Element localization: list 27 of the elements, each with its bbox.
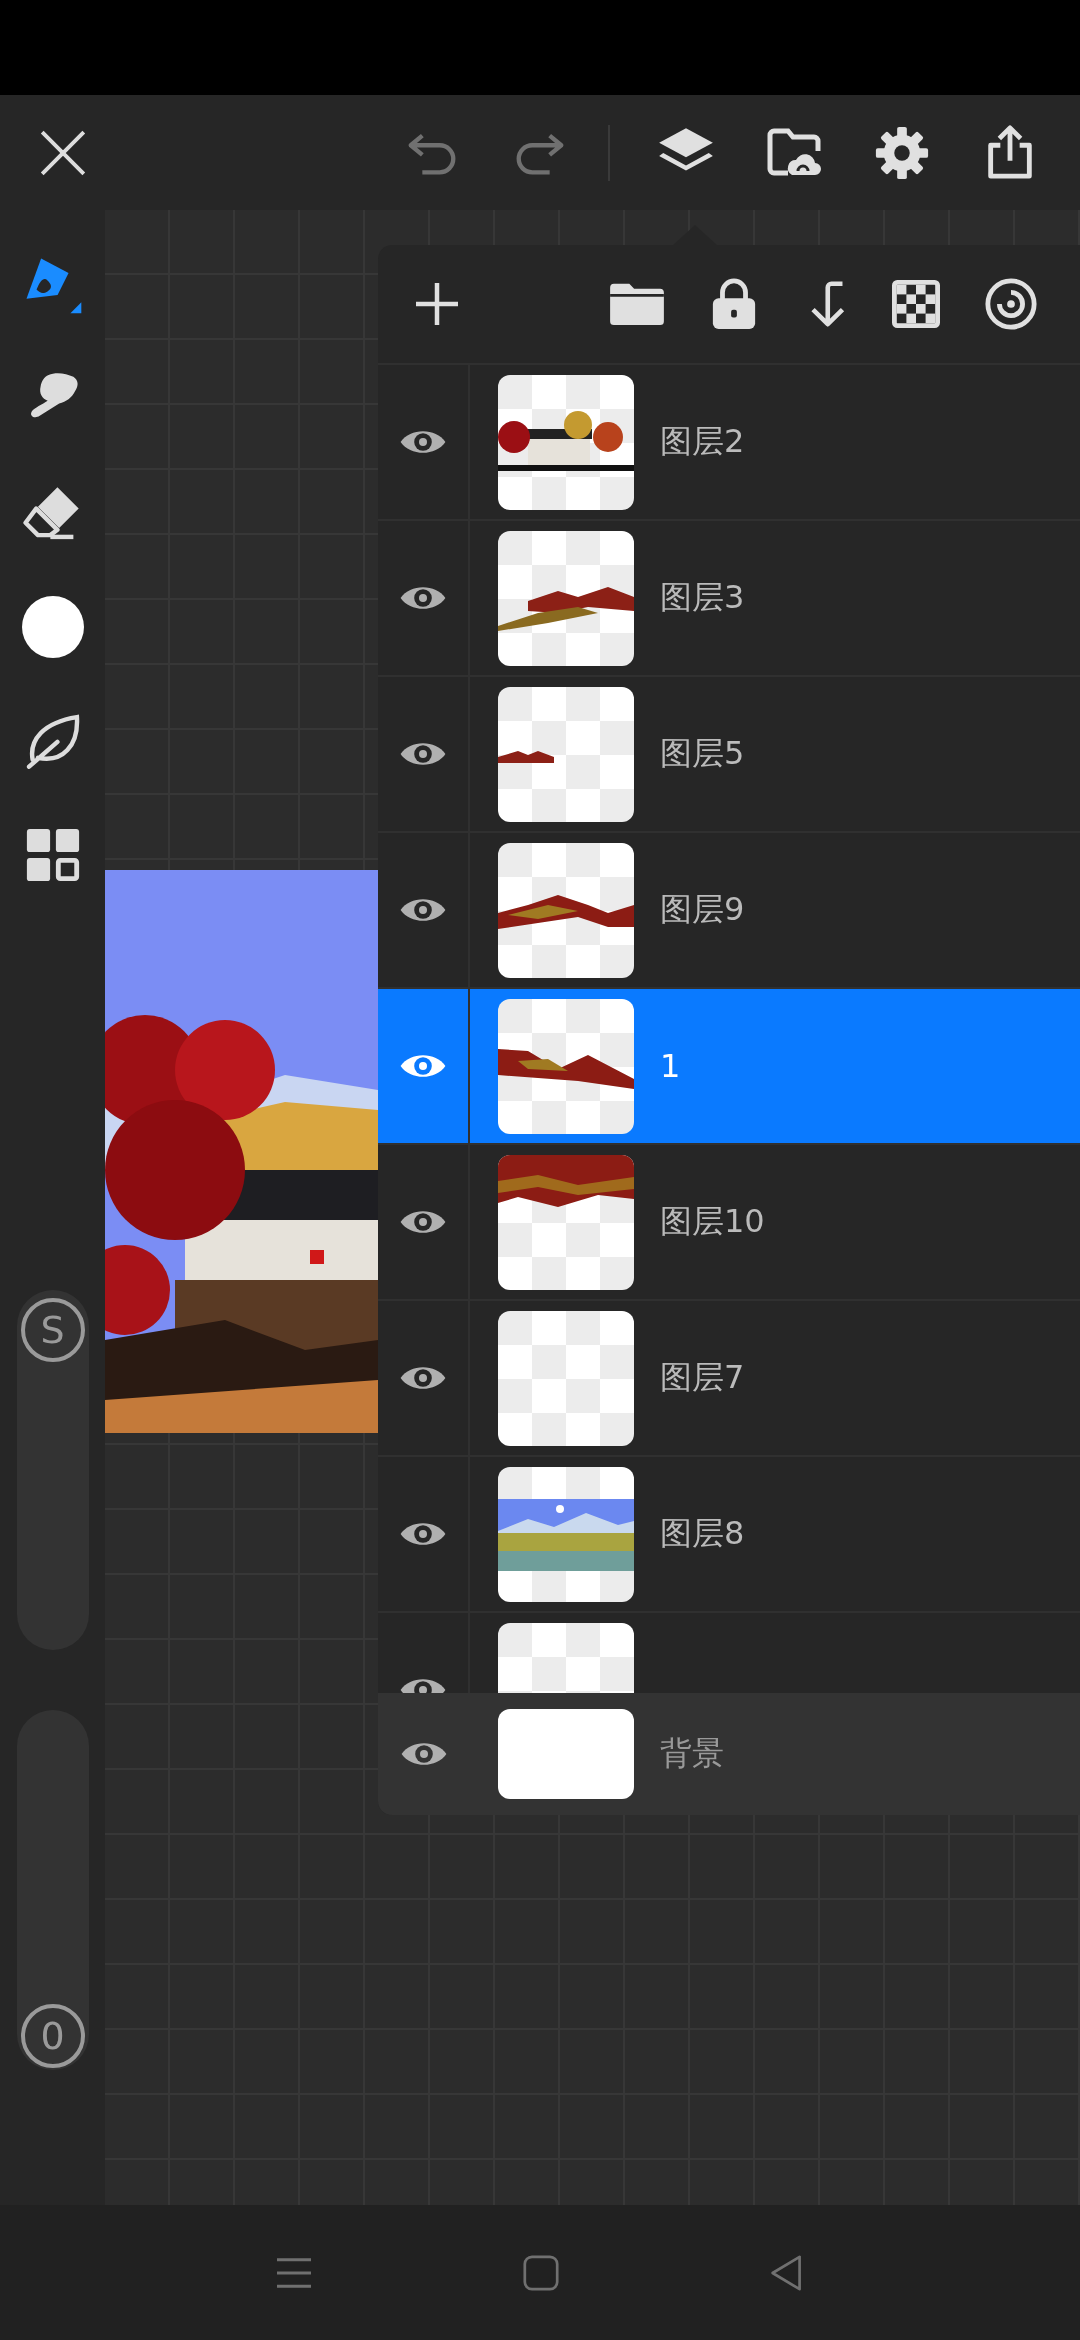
layer-row[interactable]: 图层9 [378, 833, 1080, 989]
layer-row[interactable]: 图层7 [378, 1301, 1080, 1457]
slider-track[interactable]: 0 [16, 1710, 89, 2070]
checkerboard-icon[interactable] [892, 280, 940, 328]
layer-name: 1 [660, 1047, 681, 1085]
layer-name: 图层5 [660, 733, 745, 774]
layer-name: 图层10 [660, 1201, 765, 1242]
menu-icon[interactable] [275, 2255, 313, 2290]
target-icon[interactable] [984, 277, 1038, 331]
layer-row[interactable]: 图层10 [378, 1145, 1080, 1301]
layer-row[interactable]: 图层8 [378, 1457, 1080, 1613]
layer-row[interactable]: 图层3 [378, 521, 1080, 677]
slider-thumb[interactable]: 0 [20, 2004, 85, 2068]
layer-row[interactable]: 1 [378, 989, 1080, 1145]
background-layer-row[interactable]: 背景 [378, 1693, 1080, 1815]
layer-name: 图层8 [660, 1513, 745, 1554]
layer-name: 背景 [660, 1733, 724, 1774]
slider-track[interactable]: S [16, 1290, 89, 1650]
layer-name: 图层3 [660, 577, 745, 618]
slider-thumb[interactable]: S [20, 1298, 85, 1362]
layer-name: 图层9 [660, 889, 745, 930]
layer-row[interactable]: 图层5 [378, 677, 1080, 833]
lock-icon[interactable] [710, 277, 758, 331]
layer-name: 图层7 [660, 1357, 745, 1398]
layer-row[interactable]: 图层2 [378, 365, 1080, 521]
home-icon[interactable] [523, 2254, 559, 2291]
layer-name: 图层2 [660, 421, 745, 462]
